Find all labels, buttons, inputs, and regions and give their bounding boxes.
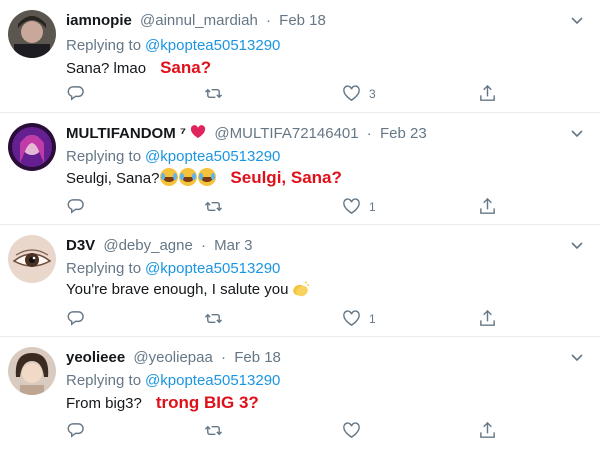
author-handle[interactable]: @ainnul_mardiah — [140, 12, 258, 29]
like-count: 1 — [369, 311, 376, 326]
separator-dot: · — [366, 125, 372, 142]
retweet-icon — [204, 88, 223, 99]
separator-dot: · — [266, 12, 271, 29]
avatar[interactable] — [8, 235, 56, 283]
annotation-label: Sana? — [160, 58, 212, 77]
reply-button[interactable] — [66, 309, 85, 328]
chevron-down-icon[interactable] — [568, 12, 586, 30]
heart-icon — [343, 198, 360, 214]
annotation-label: Seulgi, Sana? — [230, 168, 342, 187]
like-button[interactable] — [342, 421, 369, 440]
author-name[interactable]: iamnopie — [66, 12, 132, 29]
chevron-down-icon[interactable] — [568, 125, 586, 143]
author-handle[interactable]: @yeoliepaa — [133, 349, 212, 366]
retweet-button[interactable] — [204, 197, 223, 216]
reply-mention-link[interactable]: @kpoptea50513290 — [145, 372, 280, 389]
heart-emoji-icon — [191, 125, 206, 138]
avatar[interactable] — [8, 347, 56, 395]
author-name-suffix: ⁷ — [179, 125, 187, 142]
author-name[interactable]: MULTIFANDOM — [66, 125, 176, 142]
retweet-button[interactable] — [204, 84, 223, 103]
tweet[interactable]: D3V @deby_agne · Mar 3 Replying to @kpopt… — [0, 225, 600, 337]
joy-emoji-icon — [179, 168, 198, 186]
share-button[interactable] — [478, 84, 497, 103]
tweet-date[interactable]: Mar 3 — [214, 237, 252, 254]
retweet-icon — [204, 425, 223, 436]
author-name[interactable]: yeolieee — [66, 349, 125, 366]
reply-icon — [67, 199, 84, 214]
tweet-actions: 3 — [66, 84, 506, 106]
like-count: 3 — [369, 86, 376, 101]
author-name[interactable]: D3V — [66, 237, 95, 254]
tweet[interactable]: iamnopie @ainnul_mardiah · Feb 18 Replyi… — [0, 0, 600, 113]
clapping-hands-icon — [293, 281, 310, 297]
like-button[interactable]: 1 — [342, 197, 376, 216]
avatar[interactable] — [8, 10, 56, 58]
chevron-down-icon[interactable] — [568, 237, 586, 255]
reply-button[interactable] — [66, 421, 85, 440]
retweet-button[interactable] — [204, 309, 223, 328]
replying-label: Replying to — [66, 260, 142, 277]
reply-icon — [67, 423, 84, 438]
tweet-text: Sana? lmao — [66, 60, 147, 77]
avatar[interactable] — [8, 123, 56, 171]
retweet-icon — [204, 201, 223, 212]
tweet[interactable]: MULTIFANDOM ⁷ @MULTIFA72146401 · Feb 23 … — [0, 113, 600, 225]
share-icon — [480, 84, 495, 101]
reply-button[interactable] — [66, 84, 85, 103]
share-button[interactable] — [478, 197, 497, 216]
reply-mention-link[interactable]: @kpoptea50513290 — [145, 260, 280, 277]
annotation-label: trong BIG 3? — [155, 393, 259, 412]
share-icon — [480, 421, 495, 438]
share-button[interactable] — [478, 309, 497, 328]
tweet-text: You're brave enough, I salute you — [66, 281, 289, 298]
tweet-text: Seulgi, Sana? — [66, 170, 160, 187]
reply-icon — [67, 86, 84, 101]
joy-emoji-icon — [198, 168, 217, 186]
share-button[interactable] — [478, 421, 497, 440]
reply-button[interactable] — [66, 197, 85, 216]
tweet[interactable]: yeolieee @yeoliepaa · Feb 18 Replying to… — [0, 337, 600, 453]
retweet-button[interactable] — [204, 421, 223, 440]
tweet-actions: 1 — [66, 197, 506, 219]
replying-label: Replying to — [66, 372, 142, 389]
heart-icon — [343, 85, 360, 101]
heart-icon — [343, 310, 360, 326]
tweet-date[interactable]: Feb 18 — [234, 349, 281, 366]
replying-label: Replying to — [66, 148, 142, 165]
like-button[interactable]: 1 — [342, 309, 376, 328]
tweet-date[interactable]: Feb 23 — [380, 125, 427, 142]
reply-mention-link[interactable]: @kpoptea50513290 — [145, 37, 280, 54]
like-count: 1 — [369, 199, 376, 214]
share-icon — [480, 197, 495, 214]
separator-dot: · — [201, 237, 206, 254]
chevron-down-icon[interactable] — [568, 349, 586, 367]
tweet-actions — [66, 421, 506, 443]
joy-emoji-icon — [160, 168, 179, 186]
tweet-date[interactable]: Feb 18 — [279, 12, 326, 29]
heart-icon — [343, 422, 360, 438]
replying-label: Replying to — [66, 37, 142, 54]
reply-icon — [67, 311, 84, 326]
share-icon — [480, 309, 495, 326]
tweet-actions: 1 — [66, 309, 506, 331]
like-button[interactable]: 3 — [342, 84, 376, 103]
tweet-text: From big3? — [66, 395, 142, 412]
author-handle[interactable]: @deby_agne — [103, 237, 192, 254]
retweet-icon — [204, 313, 223, 324]
separator-dot: · — [221, 349, 227, 366]
author-handle[interactable]: @MULTIFA72146401 — [214, 125, 358, 142]
reply-mention-link[interactable]: @kpoptea50513290 — [145, 148, 280, 165]
